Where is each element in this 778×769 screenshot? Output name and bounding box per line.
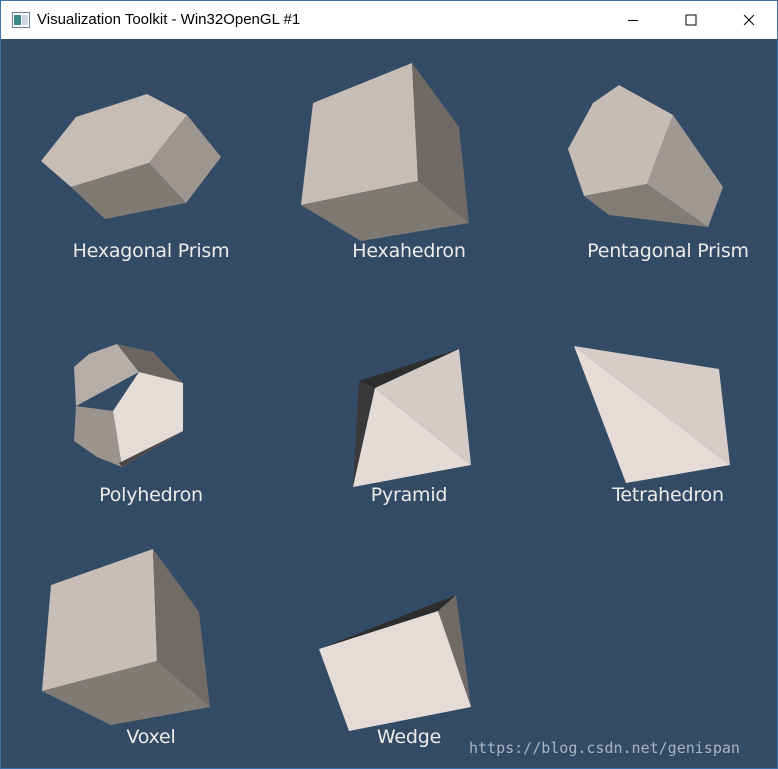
hexahedron-shape (301, 63, 469, 241)
wedge-shape (319, 595, 471, 731)
label-polyhedron: Polyhedron (99, 484, 203, 506)
render-viewport[interactable]: Hexagonal Prism Hexahedron Pentagonal Pr… (1, 39, 777, 768)
polyhedron-shape (74, 344, 183, 467)
hexagonal-prism-shape (41, 94, 221, 219)
vtk-app-icon (12, 12, 30, 28)
pyramid-shape (353, 349, 471, 487)
tetrahedron-shape (574, 346, 730, 483)
close-icon (743, 14, 755, 26)
minimize-icon (628, 20, 638, 21)
title-bar[interactable]: Visualization Toolkit - Win32OpenGL #1 (1, 1, 777, 39)
maximize-button[interactable] (662, 1, 720, 39)
close-button[interactable] (720, 1, 778, 39)
render-scene (41, 63, 730, 731)
pentagonal-prism-shape (568, 85, 723, 227)
label-tetrahedron: Tetrahedron (612, 484, 724, 506)
maximize-icon (685, 14, 697, 26)
label-voxel: Voxel (126, 726, 176, 748)
minimize-button[interactable] (604, 1, 662, 39)
label-pentagonal-prism: Pentagonal Prism (587, 240, 749, 262)
vtk-render-window: Visualization Toolkit - Win32OpenGL #1 H… (0, 0, 778, 769)
label-hexahedron: Hexahedron (352, 240, 466, 262)
label-hexagonal-prism: Hexagonal Prism (72, 240, 230, 262)
watermark-url: https://blog.csdn.net/genispan (469, 739, 740, 757)
window-title: Visualization Toolkit - Win32OpenGL #1 (37, 11, 301, 28)
voxel-shape (42, 549, 210, 725)
label-pyramid: Pyramid (370, 484, 448, 506)
